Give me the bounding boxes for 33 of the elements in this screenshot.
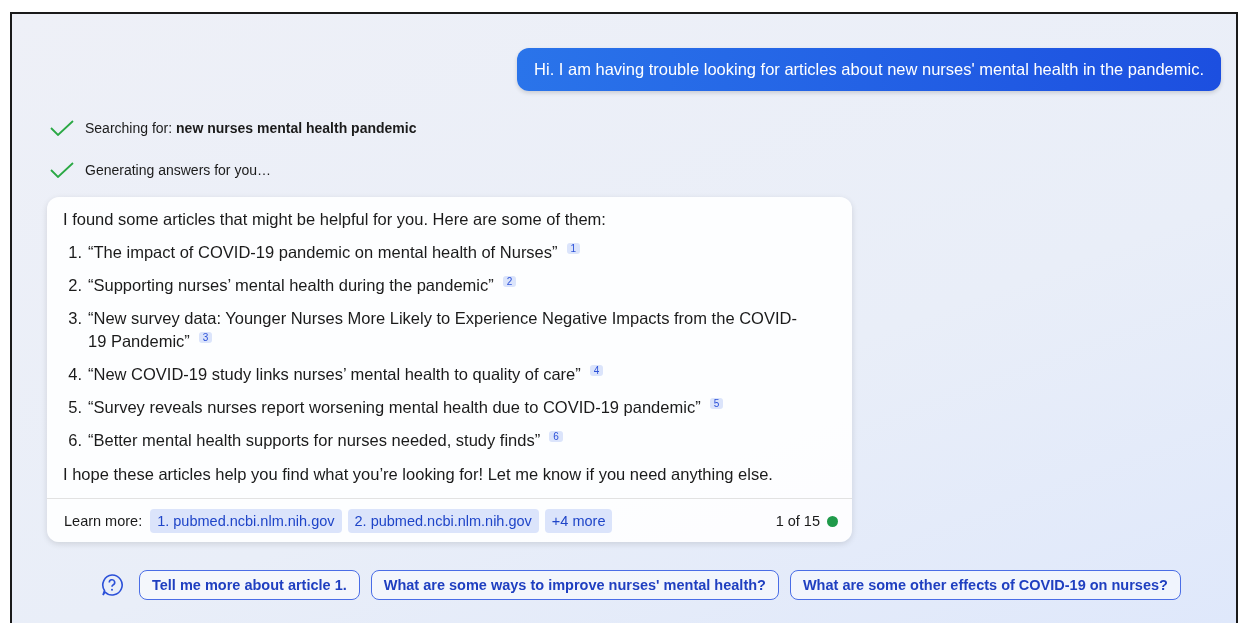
turn-counter: 1 of 15 [775,513,820,529]
answer-intro: I found some articles that might be helpful for you. Here are some of them: [63,209,607,230]
citation-badge[interactable]: 1 [566,243,581,254]
progress-text: Searching for: new nurses mental health pandemic [85,120,417,136]
article-title: “Supporting nurses’ mental health during the pandemic” $^{2}$ [88,274,517,297]
answer-outro: I hope these articles help you find what you’re looking for! Let me know if you need anything else. [63,464,774,485]
article-title: “New survey data: Younger Nurses More Likely to Experience Negative Impacts from the COVID-19 Pandemic” $^{3}$ [88,308,798,352]
progress-text: Generating answers for you… [85,162,271,178]
suggestion-button[interactable]: What are some other effects of COVID-19 on nurses? [789,570,1181,600]
help-icon[interactable] [100,573,124,597]
citation-badge[interactable]: 3 [198,332,213,343]
citation-badge[interactable]: 5 [709,398,724,409]
source-link[interactable]: 2. pubmed.ncbi.nlm.nih.gov [347,509,539,533]
article-title: “Better mental health supports for nurses needed, study finds” $^{6}$ [88,429,563,452]
article-title: “Survey reveals nurses report worsening mental health due to COVID-19 pandemic” $^{5}$ [88,396,724,419]
source-link[interactable]: +4 more [544,509,613,533]
article-title: “The impact of COVID-19 pandemic on mental health of Nurses” $^{1}$ [88,241,581,264]
status-dot [827,515,838,527]
user-message-bubble: Hi. I am having trouble looking for articles about new nurses' mental health in the pandemic. [517,48,1221,91]
list-number: 1. [67,242,83,263]
suggestion-button[interactable]: Tell me more about article 1. [139,570,360,600]
list-number: 2. [67,275,83,296]
citation-badge[interactable]: 6 [549,431,563,442]
citation-badge[interactable]: 4 [589,365,604,376]
article-title: “New COVID-19 study links nurses’ mental health to quality of care” $^{4}$ [88,363,604,386]
citation-badge[interactable]: 2 [502,276,517,287]
source-link[interactable]: 1. pubmed.ncbi.nlm.nih.gov [150,509,342,533]
list-number: 5. [67,397,83,418]
suggestion-button[interactable]: What are some ways to improve nurses' mental health? [370,570,779,600]
list-number: 4. [67,364,83,385]
list-number: 6. [67,430,83,451]
list-number: 3. [67,308,83,329]
learn-more-label: Learn more: [64,513,143,529]
